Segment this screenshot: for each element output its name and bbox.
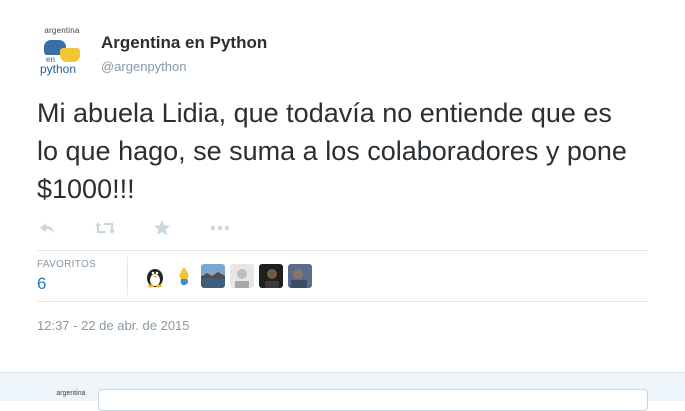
favorites-label: FAVORITOS bbox=[37, 259, 97, 270]
person-avatar[interactable] bbox=[230, 264, 254, 288]
reply-box: argentina bbox=[0, 372, 685, 411]
avatar-text-top: argentina bbox=[44, 26, 80, 35]
flame-avatar[interactable] bbox=[172, 264, 196, 288]
author-username[interactable]: @argenpython bbox=[101, 59, 186, 74]
avatar-logo-yellow bbox=[60, 48, 80, 62]
penguin-avatar[interactable] bbox=[143, 264, 167, 288]
landscape-avatar[interactable] bbox=[201, 264, 225, 288]
more-icon[interactable] bbox=[209, 218, 230, 238]
tweet-timestamp[interactable]: 12:37 - 22 de abr. de 2015 bbox=[37, 318, 190, 333]
reply-icon[interactable] bbox=[37, 218, 57, 238]
stats-divider bbox=[127, 257, 128, 295]
tweet-text: Mi abuela Lidia, que todavía no entiende… bbox=[37, 98, 627, 204]
avatar-text-python: python bbox=[40, 62, 77, 76]
dark-portrait-avatar[interactable] bbox=[259, 264, 283, 288]
favorite-icon[interactable] bbox=[152, 218, 172, 238]
author-fullname[interactable]: Argentina en Python bbox=[101, 33, 267, 53]
tweet: argentina en python Argentina en Python … bbox=[0, 0, 685, 372]
tweet-stats: FAVORITOS 6 bbox=[37, 250, 648, 302]
reply-avatar: argentina bbox=[56, 390, 86, 397]
favorites-count[interactable]: 6 bbox=[37, 274, 46, 294]
reply-input[interactable] bbox=[98, 389, 648, 411]
retweet-icon[interactable] bbox=[94, 218, 115, 238]
photo-avatar[interactable] bbox=[288, 264, 312, 288]
author-avatar[interactable]: argentina en python bbox=[38, 26, 86, 78]
